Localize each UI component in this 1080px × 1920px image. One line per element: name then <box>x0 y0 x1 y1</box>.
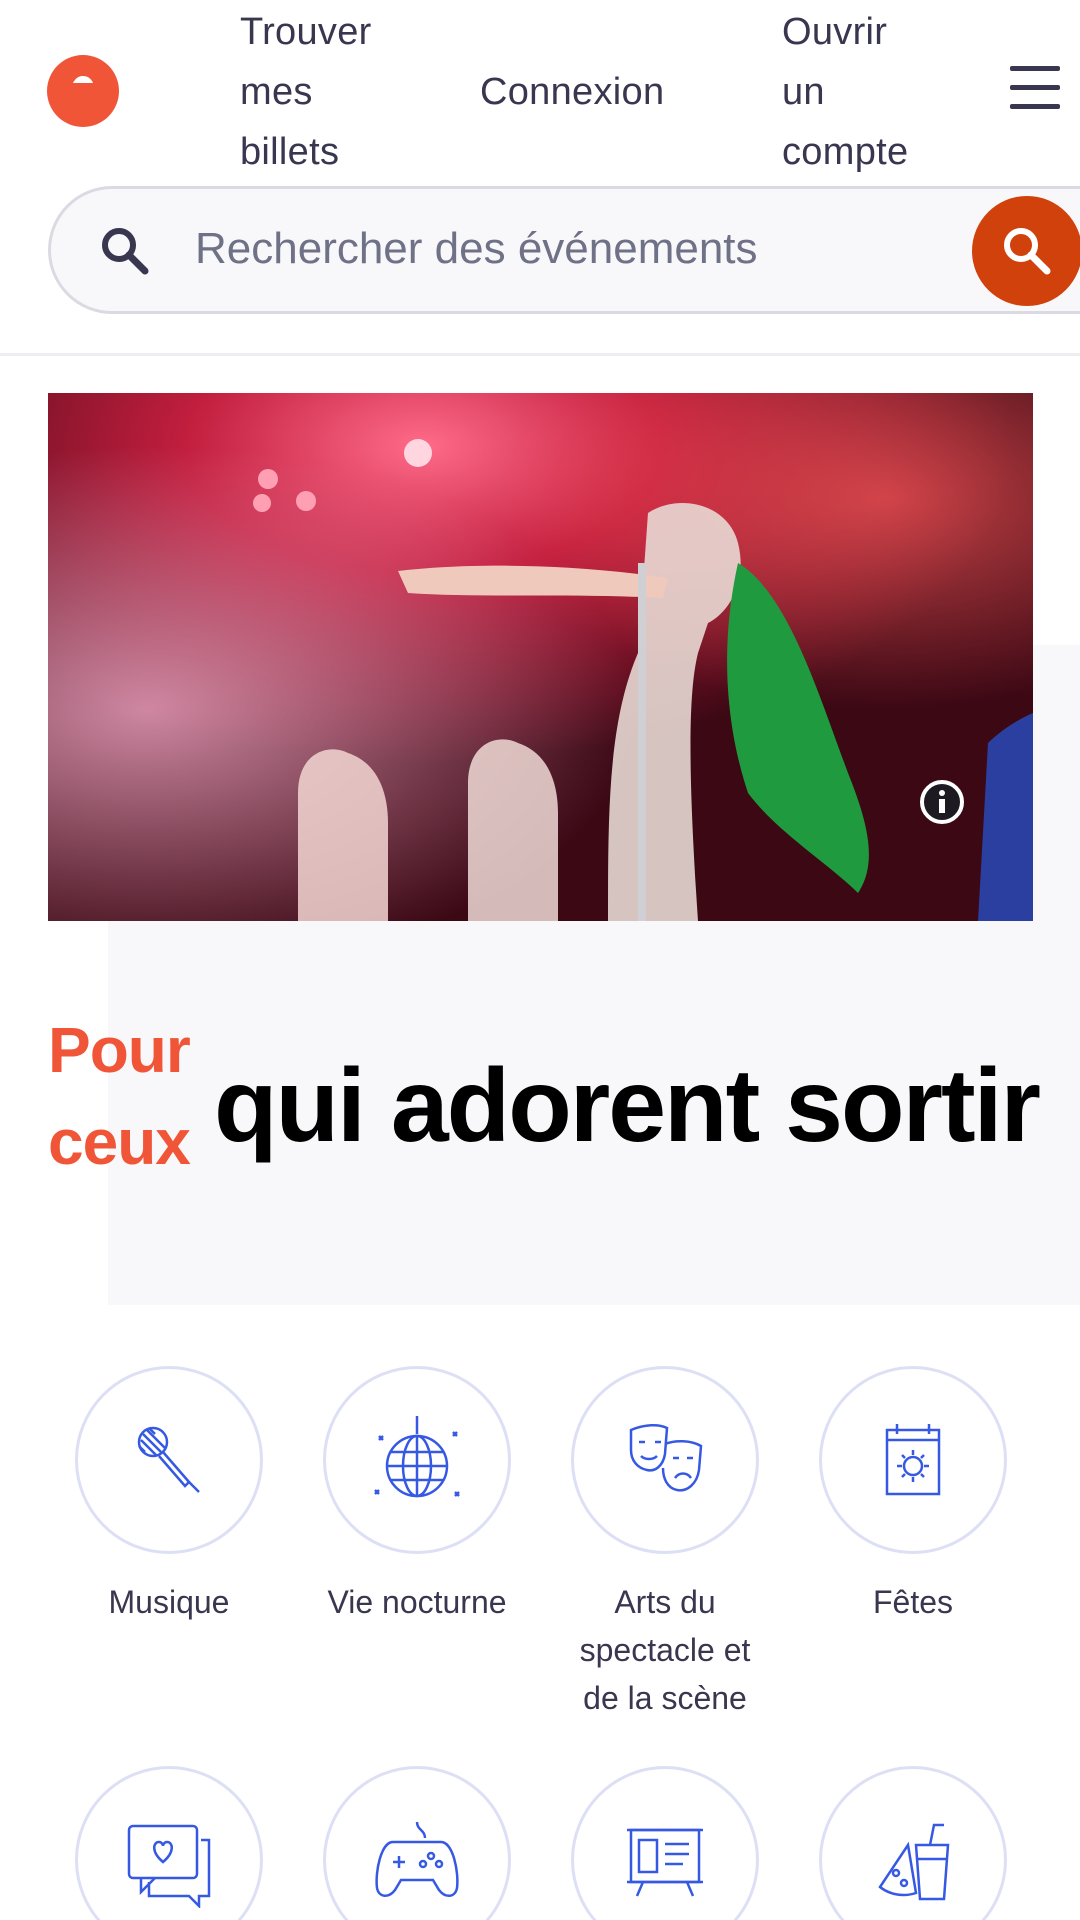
chat-heart-icon <box>127 1824 211 1908</box>
category-music[interactable]: Musique <box>54 1366 284 1626</box>
theater-masks-icon <box>629 1424 703 1492</box>
presentation-board-icon <box>627 1828 703 1897</box>
category-circle[interactable] <box>571 1766 759 1920</box>
category-circle[interactable] <box>323 1366 511 1554</box>
find-tickets-link[interactable]: Trouver mes billets <box>240 2 420 182</box>
category-performing-arts[interactable]: Arts du spectacle et de la scène <box>550 1366 780 1722</box>
category-circle[interactable] <box>571 1366 759 1554</box>
game-controller-icon <box>375 1821 459 1897</box>
category-business[interactable] <box>550 1766 780 1920</box>
category-hobbies[interactable] <box>302 1766 532 1920</box>
category-dating[interactable] <box>54 1766 284 1920</box>
hamburger-menu-icon[interactable] <box>1010 66 1060 112</box>
search-input[interactable] <box>195 209 835 289</box>
category-circle[interactable] <box>75 1366 263 1554</box>
category-circle[interactable] <box>75 1766 263 1920</box>
page: Trouver mes billets Connexion Ouvrir un … <box>0 0 1080 1920</box>
disco-ball-icon <box>374 1416 460 1498</box>
category-food-drink[interactable] <box>798 1766 1028 1920</box>
category-circle[interactable] <box>819 1366 1007 1554</box>
search-submit-icon <box>1004 228 1051 275</box>
hero-tagline-accent: Pour ceux <box>48 1014 191 1178</box>
hero-tagline-main: qui adorent sortir <box>214 1048 1041 1164</box>
header-divider <box>0 353 1080 356</box>
category-nightlife[interactable]: Vie nocturne <box>302 1366 532 1626</box>
signup-link[interactable]: Ouvrir un compte <box>782 2 962 182</box>
category-label: Fêtes <box>872 1584 954 1620</box>
search-submit-button[interactable] <box>972 196 1080 306</box>
food-drink-icon <box>878 1823 950 1901</box>
eventbrite-logo[interactable] <box>44 52 122 130</box>
info-icon[interactable] <box>918 778 966 826</box>
category-circle[interactable] <box>323 1766 511 1920</box>
calendar-sun-icon <box>885 1424 941 1496</box>
category-label: Vie nocturne <box>327 1584 507 1620</box>
search-bar <box>48 186 1080 314</box>
login-link[interactable]: Connexion <box>480 62 664 122</box>
category-label: Musique <box>108 1584 230 1620</box>
hero-concert-image <box>48 393 1033 921</box>
search-icon <box>99 225 151 277</box>
category-circle[interactable] <box>819 1766 1007 1920</box>
microphone-icon <box>137 1426 200 1493</box>
category-label: Arts du spectacle et de la scène <box>579 1584 751 1716</box>
category-holidays[interactable]: Fêtes <box>798 1366 1028 1626</box>
